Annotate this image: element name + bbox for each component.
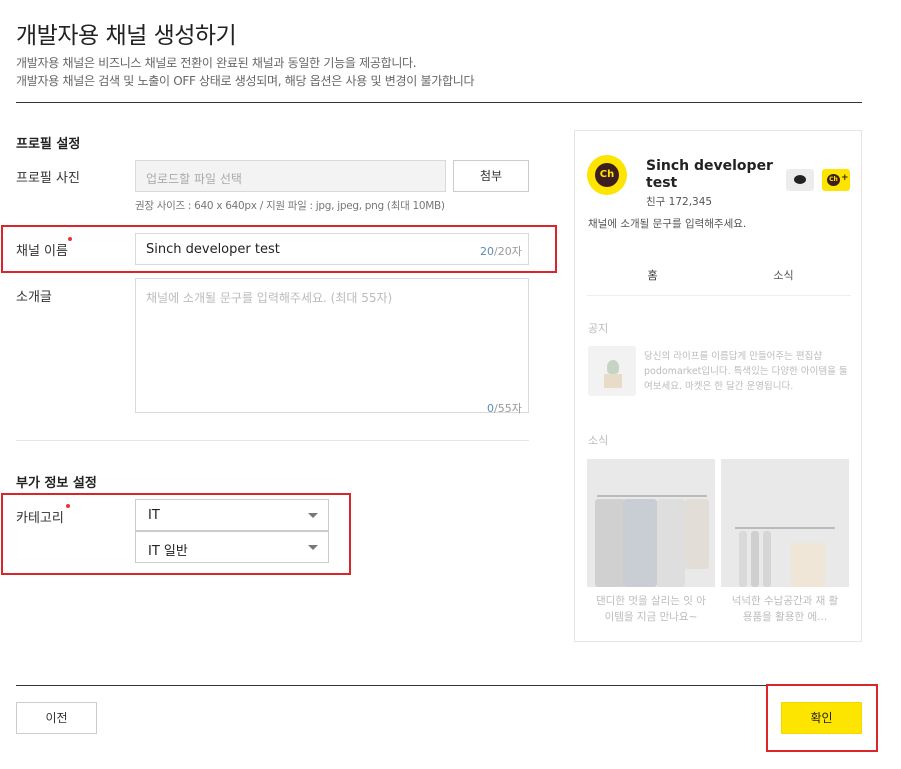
tab-home[interactable]: 홈 xyxy=(587,264,718,296)
section-divider xyxy=(16,440,529,441)
news-card[interactable]: 넉넉한 수납공간과 재 활용품을 활용한 에... xyxy=(721,459,849,641)
prev-button[interactable]: 이전 xyxy=(16,702,97,734)
clothing-shape xyxy=(595,499,625,587)
confirm-highlight xyxy=(766,684,878,752)
preview-friends: 친구 172,345 xyxy=(646,196,713,208)
chat-bubble-icon xyxy=(794,175,806,184)
news-card[interactable]: 댄디한 멋을 살리는 잇 아이템을 지금 만나요~ xyxy=(587,459,715,641)
profile-section-title: 프로필 설정 xyxy=(16,137,81,152)
clothes-rack-shape xyxy=(597,495,707,497)
clothes-rack-shape xyxy=(735,527,835,529)
chat-button[interactable] xyxy=(786,169,814,191)
intro-textarea[interactable]: 채널에 소개될 문구를 입력해주세요. (최대 55자) xyxy=(135,278,529,413)
intro-count: 0 xyxy=(487,402,494,415)
profile-photo-label: 프로필 사진 xyxy=(16,171,80,186)
tote-bag-shape xyxy=(791,543,825,587)
notice-title: 공지 xyxy=(588,322,609,335)
plus-icon: + xyxy=(841,173,849,183)
preview-intro: 채널에 소개될 문구를 입력해주세요. xyxy=(588,218,747,230)
page-title: 개발자용 채널 생성하기 xyxy=(16,23,237,49)
news-card-image xyxy=(721,459,849,587)
photo-hint: 권장 사이즈 : 640 x 640px / 지원 파일 : jpg, jpeg… xyxy=(135,200,445,212)
page-description-1: 개발자용 채널은 비즈니스 채널로 전환이 완료된 채널과 동일한 기능을 제공… xyxy=(16,56,417,70)
notice-thumbnail xyxy=(588,346,636,396)
tab-news[interactable]: 소식 xyxy=(718,264,849,296)
intro-limit: /55자 xyxy=(494,402,522,415)
profile-photo-file-input[interactable]: 업로드할 파일 선택 xyxy=(135,160,446,192)
news-card-caption: 댄디한 멋을 살리는 잇 아이템을 지금 만나요~ xyxy=(596,595,706,623)
attach-button[interactable]: 첨부 xyxy=(453,160,529,192)
channel-add-icon: Ch xyxy=(827,174,840,186)
tab-divider xyxy=(587,295,851,296)
clothing-shape xyxy=(763,531,771,587)
clothing-shape xyxy=(739,531,747,587)
clothing-shape xyxy=(657,499,685,587)
plant-pot-shape xyxy=(604,374,622,388)
intro-label: 소개글 xyxy=(16,290,52,305)
clothing-shape xyxy=(623,499,657,587)
notice-text: 당신의 라이프를 이름답게 만들어주는 편집샵 podomarket입니다. 특… xyxy=(644,351,848,392)
news-title: 소식 xyxy=(588,434,609,447)
extra-section-title: 부가 정보 설정 xyxy=(16,476,97,491)
plant-leaf-shape xyxy=(607,360,619,374)
news-card-caption: 넉넉한 수납공간과 재 활용품을 활용한 에... xyxy=(731,595,839,623)
bottom-divider xyxy=(16,685,862,686)
channel-logo: Ch xyxy=(587,155,627,195)
page-description-2: 개발자용 채널은 검색 및 노출이 OFF 상태로 생성되며, 해당 옵션은 사… xyxy=(16,74,475,88)
clothing-shape xyxy=(685,499,709,569)
channel-name-highlight xyxy=(1,225,557,273)
clothing-shape xyxy=(751,531,759,587)
add-channel-button[interactable]: Ch + xyxy=(822,169,850,191)
preview-channel-name: Sinch developer test xyxy=(646,158,773,191)
top-divider xyxy=(16,102,862,103)
channel-logo-mark: Ch xyxy=(595,163,619,187)
category-highlight xyxy=(1,493,351,575)
channel-preview: Ch Sinch developer test 친구 172,345 Ch + … xyxy=(574,130,862,642)
intro-counter: 0/55자 xyxy=(487,400,522,416)
news-card-image xyxy=(587,459,715,587)
